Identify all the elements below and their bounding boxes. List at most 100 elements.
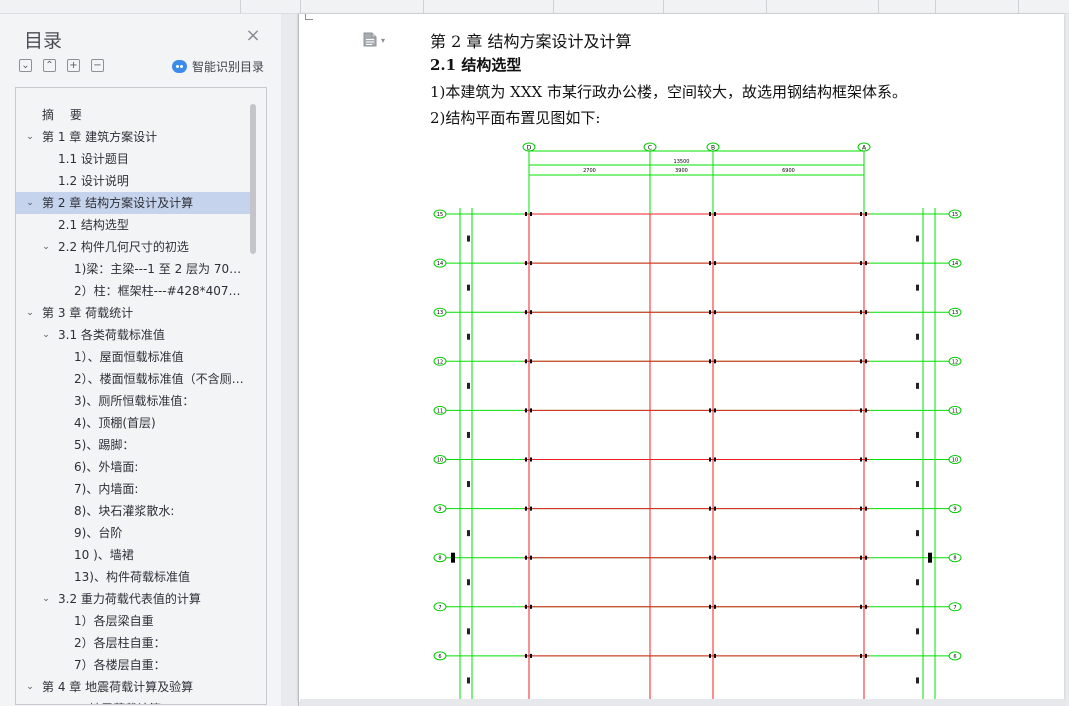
axis-label: 8 [438, 556, 441, 562]
wall-marker [467, 481, 470, 488]
wall-marker [467, 333, 470, 340]
toc-item[interactable]: ⌄ 3.1 各类荷载标准值 [16, 324, 252, 346]
toc-item-label: 3)、厕所恒载标准值： [74, 394, 195, 408]
toc-item[interactable]: 10 )、墙裙 [16, 544, 252, 566]
axis-label: 11 [437, 408, 443, 414]
toc-item[interactable]: 1)梁：主梁---1 至 2 层为 700*300*13*24，3... [16, 258, 252, 280]
collapse-all-icon[interactable]: ⌄ [19, 59, 32, 72]
toc-item-label: 5)、踢脚： [74, 438, 135, 452]
toc-item[interactable]: 2）各层柱自重： [16, 632, 252, 654]
toc-item[interactable]: 3)、厕所恒载标准值： [16, 390, 252, 412]
column-marker [860, 506, 862, 511]
toc-item[interactable]: 13)、构件荷载标准值 [16, 566, 252, 588]
column-marker [709, 408, 711, 413]
chevron-down-icon[interactable]: ▾ [381, 36, 385, 45]
column-marker [530, 457, 532, 462]
column-marker [525, 555, 527, 560]
column-marker [530, 653, 532, 658]
column-marker [860, 261, 862, 266]
wall-marker [916, 579, 919, 586]
axis-label: 7 [953, 605, 956, 611]
chevron-down-icon[interactable]: ⌄ [40, 698, 52, 704]
axis-label: 12 [437, 359, 443, 365]
ruler-tick [240, 0, 241, 13]
toc-item[interactable]: 9)、台阶 [16, 522, 252, 544]
toc-item-label: 2）、楼面恒载标准值（不含厕所） [74, 372, 246, 386]
document-icon[interactable] [363, 32, 377, 47]
toc-item[interactable]: 1）各层梁自重 [16, 610, 252, 632]
chevron-down-icon[interactable]: ⌄ [40, 324, 52, 346]
axis-label: 9 [438, 507, 441, 513]
toc-item-label: 1.1 设计题目 [58, 152, 129, 166]
column-marker [860, 653, 862, 658]
toc-item[interactable]: ⌄ 2.2 构件几何尺寸的初选 [16, 236, 252, 258]
horizontal-scrollbar[interactable] [300, 699, 1065, 706]
toc-item[interactable]: 5)、踢脚： [16, 434, 252, 456]
toc-item[interactable]: 8)、块石灌浆散水: [16, 500, 252, 522]
toc-item[interactable]: 摘 要 [16, 104, 252, 126]
ruler-tick [766, 0, 767, 13]
toc-item-label: 2）柱：框架柱---#428*407*20*35 [74, 284, 246, 298]
column-marker [709, 604, 711, 609]
toc-item-label: 9)、台阶 [74, 526, 123, 540]
toc-item-label: 7)、内墙面: [74, 482, 139, 496]
toc-item-label: 2.1 结构选型 [58, 218, 129, 232]
add-heading-icon[interactable]: + [67, 59, 80, 72]
toc-item[interactable]: 6)、外墙面: [16, 456, 252, 478]
smart-toc-label: 智能识别目录 [192, 59, 265, 74]
toc-item[interactable]: 7）各楼层自重： [16, 654, 252, 676]
remove-heading-icon[interactable]: − [91, 59, 104, 72]
smart-toc-button[interactable]: 智能识别目录 [172, 58, 264, 74]
column-marker [714, 408, 716, 413]
crop-mark [305, 14, 313, 20]
toc-scrollbar[interactable] [250, 104, 256, 254]
wall-marker [928, 552, 932, 563]
ruler-tick [553, 0, 554, 13]
toc-navigation-pane: 目录 × ⌄ ⌃ + − 智能识别目录 摘 要 ⌄ 第 1 章 建筑方案设计 1.1 … [0, 14, 281, 706]
toc-item[interactable]: 4)、顶棚(首层) [16, 412, 252, 434]
chevron-down-icon[interactable]: ⌄ [40, 236, 52, 258]
column-marker [714, 310, 716, 315]
toc-item[interactable]: ⌄ 4．1 地震荷载计算 [16, 698, 252, 704]
toc-item[interactable]: ⌄ 第 1 章 建筑方案设计 [16, 126, 252, 148]
toc-item[interactable]: ⌄ 3.2 重力荷载代表值的计算 [16, 588, 252, 610]
document-page[interactable]: ▾ 第 2 章 结构方案设计及计算 2.1 结构选型 1)本建筑为 XXX 市某… [298, 14, 1064, 702]
toc-item[interactable]: ⌄ 第 3 章 荷载统计 [16, 302, 252, 324]
toc-item-label: 3.2 重力荷载代表值的计算 [58, 592, 201, 606]
toc-item[interactable]: 2）柱：框架柱---#428*407*20*35 [16, 280, 252, 302]
chevron-down-icon[interactable]: ⌄ [40, 588, 52, 610]
column-marker [865, 506, 867, 511]
chevron-down-icon[interactable]: ⌄ [24, 126, 36, 148]
toc-item[interactable]: ⌄ 第 4 章 地震荷载计算及验算 [16, 676, 252, 698]
chevron-down-icon[interactable]: ⌄ [24, 302, 36, 324]
column-marker [525, 604, 527, 609]
chevron-down-icon[interactable]: ⌄ [24, 192, 36, 214]
column-marker [865, 359, 867, 364]
toc-item-label: 13)、构件荷载标准值 [74, 570, 190, 584]
column-marker [525, 457, 527, 462]
section-heading: 2.1 结构选型 [430, 56, 522, 74]
toc-item[interactable]: 1.1 设计题目 [16, 148, 252, 170]
close-icon[interactable]: × [245, 27, 261, 45]
toc-item-label: 第 1 章 建筑方案设计 [42, 130, 158, 144]
column-marker [865, 457, 867, 462]
column-marker [860, 555, 862, 560]
column-marker [709, 457, 711, 462]
wall-marker [916, 628, 919, 635]
chevron-down-icon[interactable]: ⌄ [24, 676, 36, 698]
toc-item[interactable]: 7)、内墙面: [16, 478, 252, 500]
axis-label: 13 [952, 310, 958, 316]
toc-item[interactable]: 1）、屋面恒载标准值 [16, 346, 252, 368]
toc-item-label: 1)梁：主梁---1 至 2 层为 700*300*13*24，3... [74, 262, 246, 276]
toc-item-label: 摘 要 [42, 108, 82, 122]
wall-marker [916, 235, 919, 242]
column-marker [714, 604, 716, 609]
expand-level-icon[interactable]: ⌃ [43, 59, 56, 72]
column-marker [530, 261, 532, 266]
toc-item[interactable]: 2.1 结构选型 [16, 214, 252, 236]
document-area: ▾ 第 2 章 结构方案设计及计算 2.1 结构选型 1)本建筑为 XXX 市某… [281, 14, 1069, 706]
toc-item[interactable]: 2）、楼面恒载标准值（不含厕所） [16, 368, 252, 390]
ruler-tick [878, 0, 879, 13]
toc-item[interactable]: 1.2 设计说明 [16, 170, 252, 192]
toc-item[interactable]: ⌄ 第 2 章 结构方案设计及计算 [16, 192, 252, 214]
